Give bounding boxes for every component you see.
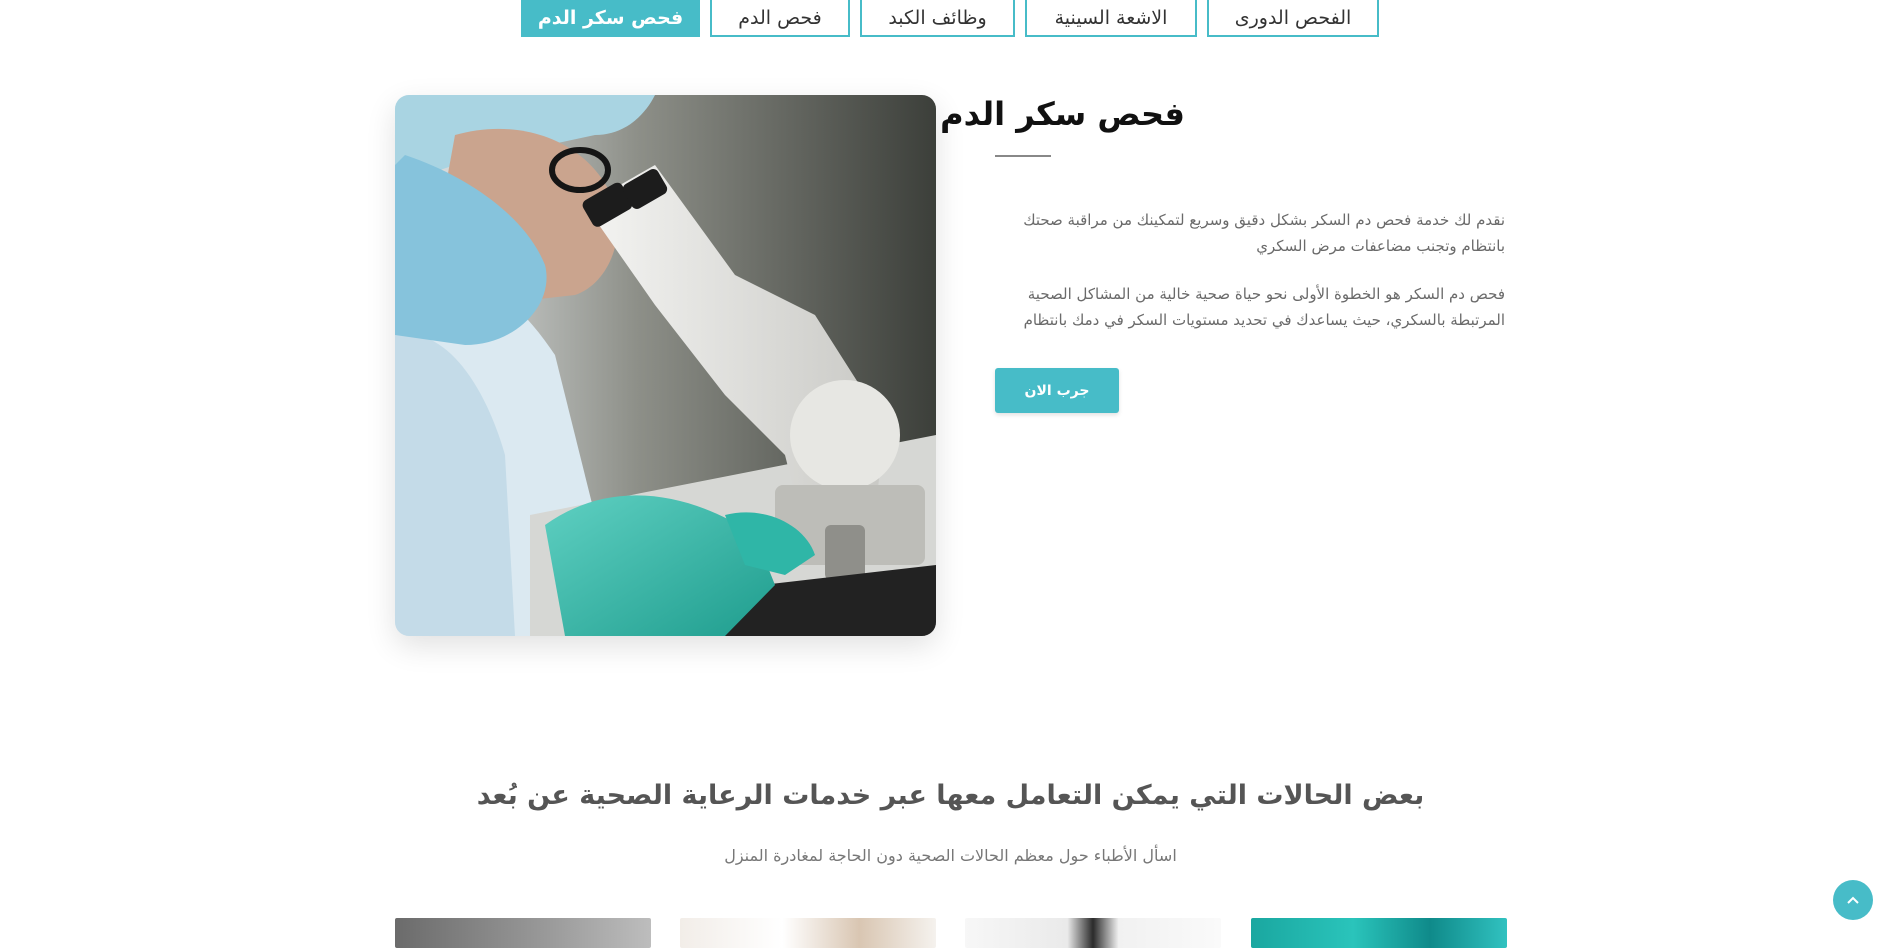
conditions-section-subtitle: اسأل الأطباء حول معظم الحالات الصحية دون… <box>724 846 1177 865</box>
service-title: فحص سكر الدم <box>940 95 1185 133</box>
service-description-2: فحص دم السكر هو الخطوة الأولى نحو حياة ص… <box>1023 285 1505 329</box>
service-description-1: نقدم لك خدمة فحص دم السكر بشكل دقيق وسري… <box>1023 211 1505 255</box>
title-divider <box>995 155 1051 157</box>
conditions-section-title: بعض الحالات التي يمكن التعامل معها عبر خ… <box>476 780 1425 811</box>
tab-x-ray[interactable]: الاشعة السينية <box>1025 0 1197 37</box>
chevron-up-icon <box>1847 892 1859 908</box>
tab-blood-test[interactable]: فحص الدم <box>710 0 850 37</box>
condition-card[interactable] <box>680 918 936 948</box>
tab-blood-sugar-test[interactable]: فحص سكر الدم <box>521 0 700 37</box>
try-now-button[interactable]: جرب الان <box>995 368 1119 413</box>
lab-microscope-photo <box>395 95 936 636</box>
tab-periodic-checkup[interactable]: الفحص الدورى <box>1207 0 1379 37</box>
tab-liver-function[interactable]: وظائف الكبد <box>860 0 1015 37</box>
condition-card[interactable] <box>965 918 1221 948</box>
conditions-cards <box>395 918 1507 948</box>
condition-card[interactable] <box>1251 918 1507 948</box>
service-tabs: الفحص الدورى الاشعة السينية وظائف الكبد … <box>521 0 1379 37</box>
back-to-top-button[interactable] <box>1833 880 1873 920</box>
condition-card[interactable] <box>395 918 651 948</box>
